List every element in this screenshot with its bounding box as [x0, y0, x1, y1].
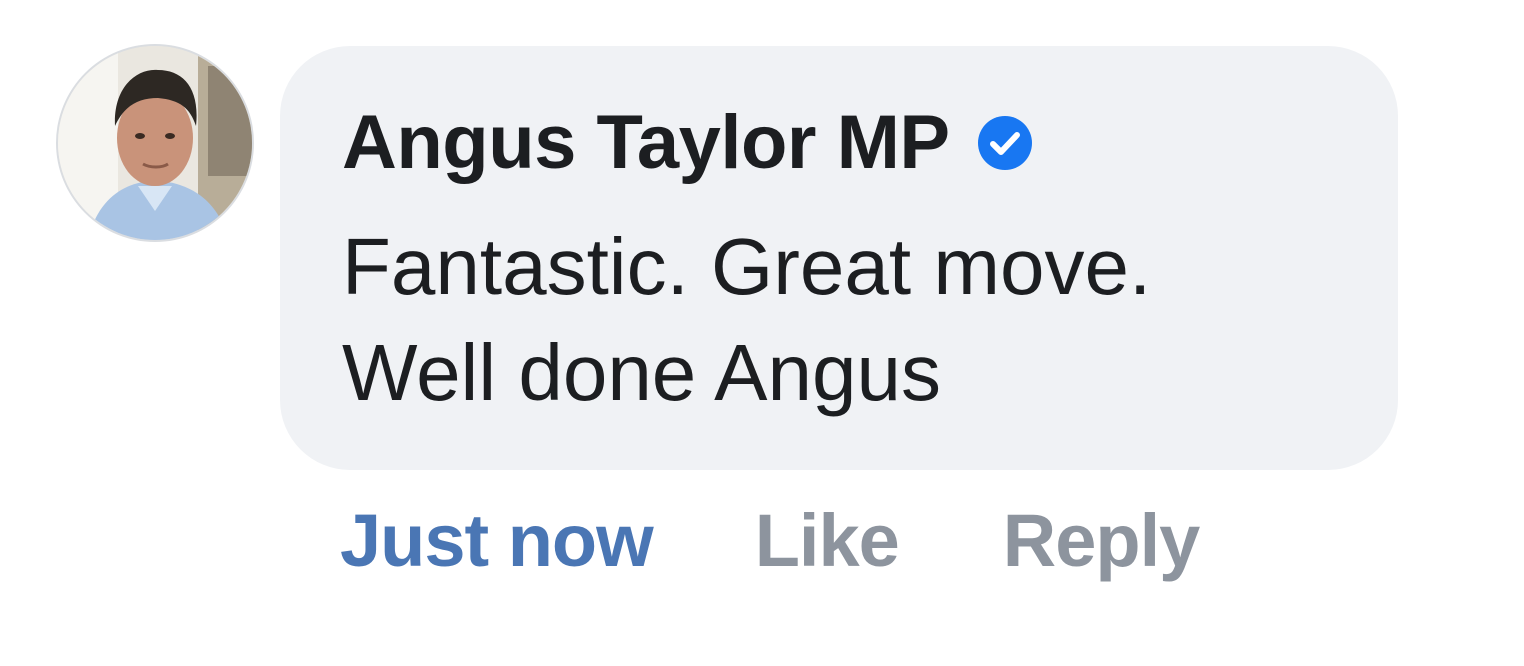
verified-badge-icon	[976, 114, 1034, 172]
comment-text-line: Fantastic. Great move.	[342, 222, 1152, 311]
reply-button[interactable]: Reply	[1003, 496, 1201, 586]
profile-photo-icon	[58, 46, 252, 240]
author-name[interactable]: Angus Taylor MP	[342, 98, 950, 188]
comment-bubble: Angus Taylor MP Fantastic. Great move. W…	[280, 46, 1398, 470]
comment-text-line: Well done Angus	[342, 328, 941, 417]
like-button[interactable]: Like	[755, 496, 900, 586]
avatar[interactable]	[58, 46, 252, 240]
comment-text: Fantastic. Great move. Well done Angus	[342, 214, 1382, 426]
comment-actions: Just now Like Reply	[340, 496, 1201, 586]
author-row: Angus Taylor MP	[342, 98, 1034, 188]
timestamp[interactable]: Just now	[340, 496, 654, 586]
